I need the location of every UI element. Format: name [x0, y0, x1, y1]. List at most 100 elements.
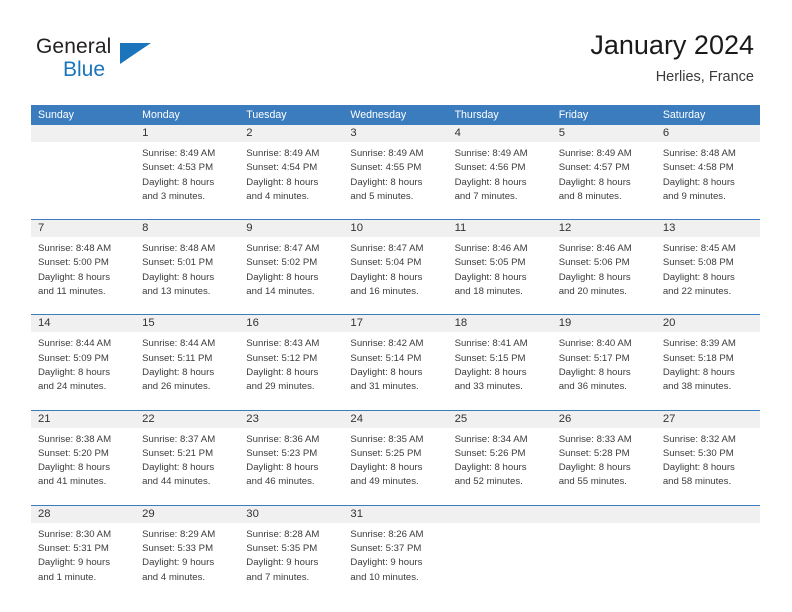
sunset-text: Sunset: 5:08 PM: [662, 257, 734, 269]
day-cell[interactable]: 3 Sunrise: 8:49 AM Sunset: 4:55 PM Daylight…: [343, 125, 448, 219]
day-cell[interactable]: 12 Sunrise: 8:46 AM Sunset: 5:06 PM Dayligh…: [551, 220, 656, 314]
sunrise-text: Sunrise: 8:36 AM: [246, 433, 320, 445]
sunrise-text: Sunrise: 8:33 AM: [558, 433, 632, 445]
day-cell[interactable]: 25 Sunrise: 8:34 AM Sunset: 5:26 PM Dayligh…: [447, 410, 552, 505]
day-cell[interactable]: 6 Sunrise: 8:48 AM Sunset: 4:58 PM Daylight…: [655, 125, 760, 219]
day-cell[interactable]: 31 Sunrise: 8:26 AM Sunset: 5:37 PM Dayligh…: [343, 505, 448, 600]
daylight-text-cont: and 29 minutes.: [246, 381, 315, 393]
day-number-band: 27: [655, 410, 760, 428]
day-number-band: 4: [447, 125, 552, 142]
daylight-text: Daylight: 8 hours: [454, 462, 527, 474]
page-title: January 2024: [590, 30, 754, 60]
daylight-text: Daylight: 8 hours: [558, 366, 631, 378]
day-number-band: 6: [655, 125, 760, 142]
day-cell[interactable]: 4 Sunrise: 8:49 AM Sunset: 4:56 PM Daylight…: [447, 125, 552, 219]
sunrise-text: Sunrise: 8:26 AM: [350, 528, 424, 540]
cell-spacer: [31, 496, 135, 505]
day-cell[interactable]: 2 Sunrise: 8:49 AM Sunset: 4:54 PM Daylight…: [239, 125, 344, 219]
day-number: 1: [142, 127, 149, 139]
day-cell[interactable]: 20 Sunrise: 8:39 AM Sunset: 5:18 PM Dayligh…: [655, 315, 760, 409]
day-cell[interactable]: 10 Sunrise: 8:47 AM Sunset: 5:04 PM Dayligh…: [343, 220, 448, 314]
day-details: Sunrise: 8:46 AM Sunset: 5:05 PM Daylight:…: [448, 237, 552, 305]
day-cell[interactable]: 22 Sunrise: 8:37 AM Sunset: 5:21 PM Dayligh…: [135, 410, 240, 505]
day-number-band: 18: [447, 315, 552, 333]
weekday-header-wednesday: Wednesday: [350, 109, 407, 121]
sunset-text: Sunset: 5:20 PM: [38, 447, 109, 459]
day-cell[interactable]: 5 Sunrise: 8:49 AM Sunset: 4:57 PM Daylight…: [551, 125, 656, 219]
sunrise-text: Sunrise: 8:47 AM: [350, 243, 424, 255]
sunset-text: Sunset: 5:35 PM: [246, 543, 318, 555]
sunset-text: Sunset: 5:02 PM: [246, 257, 318, 269]
day-cell[interactable]: 19 Sunrise: 8:40 AM Sunset: 5:17 PM Dayligh…: [551, 315, 656, 409]
day-number: 7: [38, 222, 45, 235]
sunrise-text: Sunrise: 8:41 AM: [454, 338, 528, 350]
cell-spacer: [448, 210, 552, 219]
day-cell[interactable]: 9 Sunrise: 8:47 AM Sunset: 5:02 PM Daylight…: [239, 220, 344, 314]
day-details: Sunrise: 8:49 AM Sunset: 4:53 PM Daylight:…: [135, 142, 239, 210]
sunset-text: [455, 542, 548, 556]
daylight-text: Daylight: 8 hours: [558, 462, 631, 474]
weekday-header-thursday: Thursday: [454, 109, 499, 121]
day-number-band: 23: [239, 410, 344, 428]
day-cell[interactable]: 29 Sunrise: 8:29 AM Sunset: 5:33 PM Dayligh…: [135, 505, 240, 600]
day-cell[interactable]: 15 Sunrise: 8:44 AM Sunset: 5:11 PM Dayligh…: [135, 315, 240, 409]
day-number: 6: [662, 127, 670, 139]
day-cell[interactable]: 17 Sunrise: 8:42 AM Sunset: 5:14 PM Dayligh…: [343, 315, 448, 409]
day-number-band: 1: [135, 125, 240, 142]
day-details: Sunrise: 8:33 AM Sunset: 5:28 PM Daylight:…: [552, 428, 656, 496]
day-number-band: 19: [551, 315, 656, 333]
day-cell[interactable]: 24 Sunrise: 8:35 AM Sunset: 5:25 PM Dayligh…: [343, 410, 448, 505]
cell-spacer: [552, 591, 656, 600]
cell-spacer: [31, 210, 135, 219]
day-details: Sunrise: 8:46 AM Sunset: 5:06 PM Daylight:…: [552, 237, 656, 305]
sunset-text: Sunset: 5:06 PM: [558, 257, 630, 269]
day-cell[interactable]: 14 Sunrise: 8:44 AM Sunset: 5:09 PM Dayligh…: [31, 315, 136, 409]
sunset-text: Sunset: 5:12 PM: [246, 352, 318, 364]
daylight-text-cont: and 16 minutes.: [350, 286, 419, 298]
day-cell[interactable]: 7 Sunrise: 8:48 AM Sunset: 5:00 PM Daylight…: [31, 220, 136, 314]
sunset-text: Sunset: 5:15 PM: [454, 352, 526, 364]
day-number: 26: [558, 412, 572, 425]
general-blue-logo[interactable]: General Blue: [36, 36, 216, 92]
daylight-text-cont: and 31 minutes.: [350, 381, 419, 393]
sunset-text: Sunset: 5:21 PM: [142, 447, 214, 459]
day-cell[interactable]: 21 Sunrise: 8:38 AM Sunset: 5:20 PM Dayligh…: [31, 410, 136, 505]
daylight-text: Daylight: 9 hours: [142, 557, 215, 569]
cell-spacer: [552, 496, 656, 505]
sunrise-text: Sunrise: 8:49 AM: [350, 148, 424, 159]
day-cell[interactable]: 16 Sunrise: 8:43 AM Sunset: 5:12 PM Dayligh…: [239, 315, 344, 409]
day-cell[interactable]: 13 Sunrise: 8:45 AM Sunset: 5:08 PM Dayligh…: [655, 220, 760, 314]
day-number-band: 17: [343, 315, 448, 333]
sunset-text: [559, 542, 652, 556]
calendar-page: General Blue January 2024 Herlies, Franc…: [0, 0, 792, 612]
day-details: Sunrise: 8:26 AM Sunset: 5:37 PM Daylight:…: [343, 523, 447, 591]
day-cell[interactable]: 30 Sunrise: 8:28 AM Sunset: 5:35 PM Dayligh…: [239, 505, 344, 600]
day-cell[interactable]: 28 Sunrise: 8:30 AM Sunset: 5:31 PM Dayligh…: [31, 505, 136, 600]
day-cell[interactable]: 23 Sunrise: 8:36 AM Sunset: 5:23 PM Dayligh…: [239, 410, 344, 505]
sunrise-text: Sunrise: 8:47 AM: [246, 243, 320, 255]
sunrise-text: Sunrise: 8:49 AM: [142, 148, 216, 159]
daylight-text-cont: and 55 minutes.: [558, 476, 627, 488]
day-cell[interactable]: 18 Sunrise: 8:41 AM Sunset: 5:15 PM Dayligh…: [447, 315, 552, 409]
day-number-band: [551, 505, 656, 523]
daylight-text-cont: and 9 minutes.: [662, 190, 726, 202]
day-number: 22: [142, 412, 155, 425]
day-cell[interactable]: 26 Sunrise: 8:33 AM Sunset: 5:28 PM Dayligh…: [551, 410, 656, 505]
day-cell[interactable]: 1 Sunrise: 8:49 AM Sunset: 4:53 PM Daylight…: [135, 125, 240, 219]
sunset-text: [38, 161, 131, 175]
daylight-text-cont: and 14 minutes.: [246, 286, 315, 298]
day-number: 8: [142, 222, 149, 235]
day-cell-empty: [551, 505, 656, 600]
day-details: Sunrise: 8:39 AM Sunset: 5:18 PM Daylight:…: [656, 332, 760, 400]
cell-spacer: [656, 210, 760, 219]
day-details: Sunrise: 8:38 AM Sunset: 5:20 PM Daylight:…: [31, 428, 135, 496]
daylight-text: Daylight: 8 hours: [662, 366, 735, 378]
day-cell[interactable]: 8 Sunrise: 8:48 AM Sunset: 5:01 PM Daylight…: [135, 220, 240, 314]
day-cell[interactable]: 27 Sunrise: 8:32 AM Sunset: 5:30 PM Dayligh…: [655, 410, 760, 505]
day-number: 23: [246, 412, 259, 425]
daylight-text-cont: [559, 571, 652, 585]
calendar-week-row: 14 Sunrise: 8:44 AM Sunset: 5:09 PM Dayligh…: [31, 314, 760, 409]
day-number: 19: [558, 317, 572, 330]
sunset-text: Sunset: 5:28 PM: [558, 447, 630, 459]
day-cell[interactable]: 11 Sunrise: 8:46 AM Sunset: 5:05 PM Dayligh…: [447, 220, 552, 314]
